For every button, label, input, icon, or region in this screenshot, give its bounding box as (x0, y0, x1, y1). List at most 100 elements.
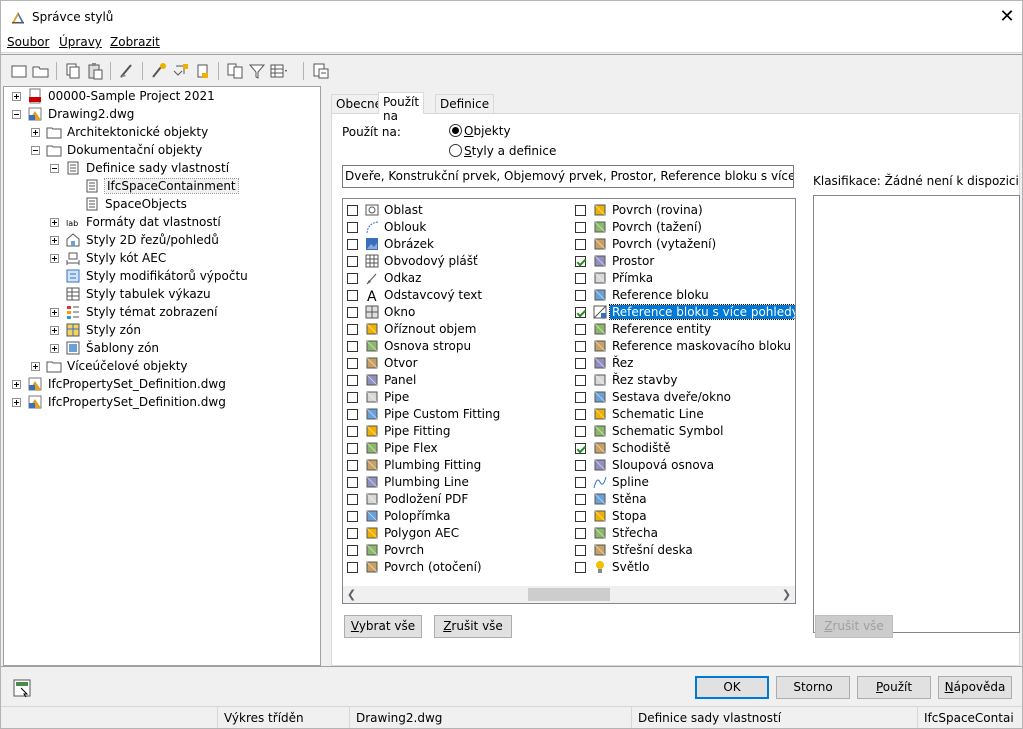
object-checkbox[interactable] (347, 307, 358, 318)
object-checkbox[interactable] (347, 205, 358, 216)
radio-objekty-label[interactable]: Objekty (464, 124, 511, 138)
object-checkbox[interactable] (575, 358, 586, 369)
object-checkbox[interactable] (347, 562, 358, 573)
object-checkbox[interactable] (575, 528, 586, 539)
filter-icon[interactable] (247, 61, 267, 81)
object-checkbox[interactable] (347, 409, 358, 420)
tree-node[interactable]: Definice sady vlastností (4, 160, 320, 178)
object-checkbox[interactable] (347, 256, 358, 267)
object-checkbox[interactable] (575, 477, 586, 488)
cancel-button[interactable]: Storno (776, 676, 850, 699)
object-checklist[interactable]: ❮ ❯ Oblast Oblouk Obrázek Obvodový plášť Odk… (342, 198, 796, 604)
tree-node[interactable]: IfcSpaceContainment (4, 178, 320, 196)
radio-styly-label[interactable]: Styly a definice (464, 144, 556, 158)
view-toggle-icon[interactable] (269, 61, 289, 81)
menu-soubor[interactable]: Soubor (7, 35, 49, 49)
object-checkbox[interactable] (347, 341, 358, 352)
object-checkbox[interactable] (575, 341, 586, 352)
scroll-thumb[interactable] (528, 588, 610, 601)
object-checkbox[interactable] (347, 290, 358, 301)
tree-node[interactable]: Styly modifikátorů výpočtu (4, 268, 320, 286)
object-checkbox[interactable] (347, 477, 358, 488)
object-checkbox[interactable] (575, 256, 586, 267)
collapse-icon[interactable] (12, 110, 21, 119)
apply-button[interactable]: Použít (857, 676, 931, 699)
collapse-icon[interactable] (50, 164, 59, 173)
tree-node[interactable]: IfcPropertySet_Definition.dwg (4, 376, 320, 394)
object-checkbox[interactable] (575, 460, 586, 471)
compare-icon[interactable] (225, 61, 245, 81)
radio-styly-a-definice[interactable] (449, 144, 462, 157)
expand-icon[interactable] (50, 344, 59, 353)
object-checkbox[interactable] (347, 494, 358, 505)
open-icon[interactable] (31, 61, 51, 81)
object-checkbox[interactable] (575, 222, 586, 233)
expand-icon[interactable] (31, 128, 40, 137)
tree-node[interactable]: Styly témat zobrazení (4, 304, 320, 322)
object-checkbox[interactable] (347, 273, 358, 284)
expand-icon[interactable] (50, 254, 59, 263)
tree-node[interactable]: lab Formáty dat vlastností (4, 214, 320, 232)
menu-zobrazit[interactable]: Zobrazit (110, 35, 160, 49)
tree-node[interactable]: Styly zón (4, 322, 320, 340)
expand-icon[interactable] (12, 380, 21, 389)
object-checkbox[interactable] (347, 426, 358, 437)
tree-node[interactable]: Víceúčelové objekty (4, 358, 320, 376)
import-icon[interactable] (193, 61, 213, 81)
object-checkbox[interactable] (575, 545, 586, 556)
style-tree[interactable]: 00000-Sample Project 2021 Drawing2.dwg Arc… (3, 86, 321, 666)
ok-button[interactable]: OK (695, 676, 769, 699)
toggle-view-icon[interactable] (12, 678, 32, 698)
edit-style-icon[interactable] (149, 61, 169, 81)
purge-icon[interactable] (117, 61, 137, 81)
expand-icon[interactable] (50, 218, 59, 227)
expand-icon[interactable] (12, 398, 21, 407)
object-checkbox[interactable] (347, 239, 358, 250)
tab-definice[interactable]: Definice (435, 94, 495, 113)
object-checkbox[interactable] (575, 375, 586, 386)
expand-icon[interactable] (12, 92, 21, 101)
object-checkbox[interactable] (575, 443, 586, 454)
object-checkbox[interactable] (575, 273, 586, 284)
object-checkbox[interactable] (575, 307, 586, 318)
new-icon[interactable] (9, 61, 29, 81)
expand-icon[interactable] (50, 326, 59, 335)
object-checkbox[interactable] (575, 239, 586, 250)
object-checkbox[interactable] (347, 545, 358, 556)
tree-node[interactable]: Styly 2D řezů/pohledů (4, 232, 320, 250)
tree-node[interactable]: Drawing2.dwg (4, 106, 320, 124)
tree-node[interactable]: Šablony zón (4, 340, 320, 358)
help-button[interactable]: Nápověda (938, 676, 1012, 699)
object-checkbox[interactable] (347, 528, 358, 539)
object-checkbox[interactable] (575, 205, 586, 216)
tree-node[interactable]: SpaceObjects (4, 196, 320, 214)
object-checkbox[interactable] (575, 392, 586, 403)
select-all-button[interactable]: Vybrat vše (344, 615, 422, 638)
horizontal-scrollbar[interactable]: ❮ ❯ (343, 586, 795, 603)
object-checkbox[interactable] (347, 443, 358, 454)
help-browser-icon[interactable] (311, 61, 331, 81)
radio-objekty[interactable] (449, 124, 462, 137)
object-checkbox[interactable] (347, 392, 358, 403)
object-checkbox[interactable] (575, 511, 586, 522)
object-checkbox[interactable] (347, 511, 358, 522)
object-checkbox[interactable] (575, 494, 586, 505)
object-checkbox[interactable] (347, 375, 358, 386)
tree-node[interactable]: Dokumentační objekty (4, 142, 320, 160)
object-checkbox[interactable] (575, 290, 586, 301)
sort-icon[interactable] (171, 61, 191, 81)
close-button[interactable]: ✕ (992, 1, 1022, 33)
collapse-icon[interactable] (31, 146, 40, 155)
tab-pouzit-na[interactable]: Použít na (378, 92, 425, 123)
object-checkbox[interactable] (347, 358, 358, 369)
tree-node[interactable]: 00000-Sample Project 2021 (4, 88, 320, 106)
paste-icon[interactable] (85, 61, 105, 81)
tree-node[interactable]: Styly tabulek výkazu (4, 286, 320, 304)
expand-icon[interactable] (31, 362, 40, 371)
object-checkbox[interactable] (575, 324, 586, 335)
tree-node[interactable]: Styly kót AEC (4, 250, 320, 268)
scroll-right-icon[interactable]: ❯ (778, 586, 795, 603)
classification-list[interactable] (813, 195, 1020, 633)
copy-icon[interactable] (63, 61, 83, 81)
tree-node[interactable]: IfcPropertySet_Definition.dwg (4, 394, 320, 412)
